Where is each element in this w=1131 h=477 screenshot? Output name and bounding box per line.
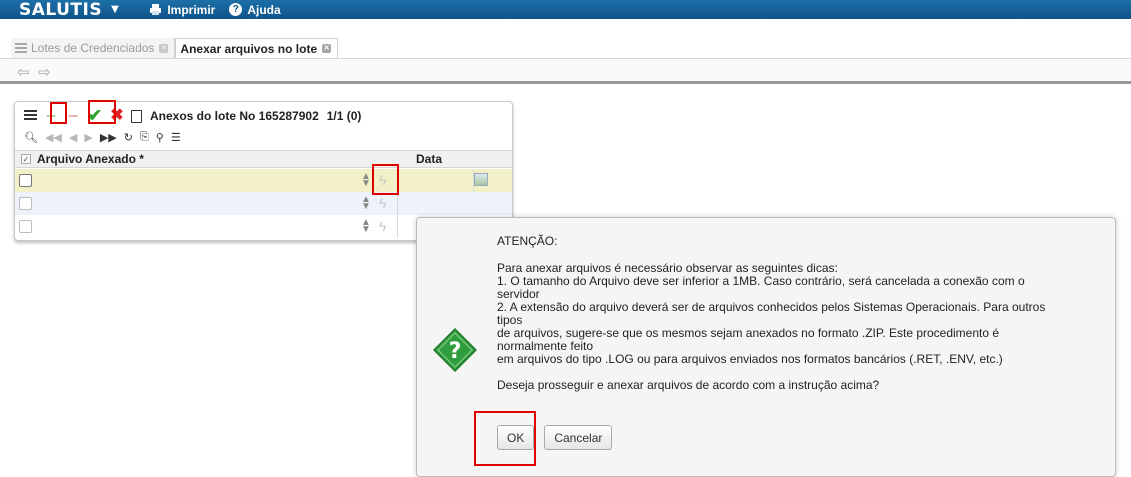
sort-arrows-icon[interactable]: ▲ ▼	[361, 195, 371, 212]
help-label: Ajuda	[247, 2, 281, 17]
date-cell	[397, 192, 473, 215]
confirm-icon[interactable]: ✔	[87, 107, 103, 124]
forward-arrow-icon[interactable]: ⇨	[38, 63, 51, 81]
refresh-icon[interactable]: ↻	[124, 131, 133, 144]
prev-page-icon[interactable]: ◀	[69, 131, 77, 144]
tab-lotes-credenciados[interactable]: Lotes de Credenciados ✕	[11, 38, 176, 58]
sort-arrows-icon[interactable]: ▲ ▼	[361, 218, 371, 235]
grid-nav-toolbar: 🔍︎ ◀◀ ◀ ▶ ▶▶ ↻ ⎘ ⚲ ☰	[24, 128, 188, 146]
tab-bar: Lotes de Credenciados ✕ Anexar arquivos …	[11, 38, 339, 58]
row-checkbox[interactable]	[19, 174, 32, 187]
ok-button[interactable]: OK	[497, 425, 535, 450]
row-checkbox[interactable]	[19, 220, 32, 233]
back-arrow-icon[interactable]: ⇦	[17, 63, 30, 81]
select-all-checkbox[interactable]: ✓	[21, 154, 31, 164]
list-settings-icon[interactable]: ☰	[171, 131, 181, 144]
tab-anexar-arquivos[interactable]: Anexar arquivos no lote ✕	[175, 38, 339, 58]
tools-icon[interactable]: ⚲	[156, 131, 164, 144]
question-icon: ?	[433, 328, 477, 372]
remove-icon[interactable]: −	[65, 107, 81, 125]
attention-dialog: ? ATENÇÃO: Para anexar arquivos é necess…	[416, 217, 1116, 477]
panel-title: Anexos do lote No 165287902	[150, 109, 319, 123]
list-icon[interactable]	[24, 110, 37, 122]
table-row[interactable]: ▲ ▼ ϟ	[15, 169, 512, 192]
print-label: Imprimir	[167, 2, 216, 17]
navigation-bar: ⇦ ⇨	[0, 58, 1131, 84]
document-icon[interactable]	[131, 109, 142, 123]
image-icon[interactable]	[474, 173, 488, 186]
column-header-arquivo[interactable]: Arquivo Anexado *	[37, 152, 389, 166]
lightning-icon[interactable]: ϟ	[379, 195, 386, 211]
close-icon[interactable]: ✕	[159, 43, 169, 53]
cancel-button[interactable]: Cancelar	[544, 425, 613, 450]
tab-label: Anexar arquivos no lote	[180, 41, 318, 56]
column-header-data[interactable]: Data	[416, 152, 442, 166]
lightning-icon[interactable]: ϟ	[379, 218, 386, 234]
table-row[interactable]: ▲ ▼ ϟ	[15, 192, 512, 215]
dialog-line: 2. A extensão do arquivo deverá ser de a…	[497, 300, 1046, 314]
printer-icon	[150, 4, 162, 15]
dialog-line: em arquivos do tipo .LOG ou para arquivo…	[497, 352, 1003, 366]
list-icon	[15, 43, 27, 53]
chevron-down-icon: ▼	[111, 4, 120, 15]
first-page-icon[interactable]: ◀◀	[45, 131, 62, 144]
dialog-message: ATENÇÃO: Para anexar arquivos é necessár…	[497, 235, 1102, 392]
add-icon[interactable]: +	[43, 107, 59, 125]
brand-logo: SALUTIS	[19, 0, 103, 20]
dialog-line: 1. O tamanho do Arquivo deve ser inferio…	[497, 274, 1025, 288]
dialog-buttons: OK Cancelar	[497, 425, 622, 450]
date-cell	[397, 169, 473, 192]
page-info: 1/1 (0)	[326, 109, 362, 123]
close-icon[interactable]: ✕	[322, 44, 332, 53]
print-button[interactable]: Imprimir	[149, 3, 215, 17]
svg-text:?: ?	[449, 339, 462, 364]
last-page-icon[interactable]: ▶▶	[100, 131, 117, 144]
cancel-icon[interactable]: ✖	[109, 108, 125, 124]
help-button[interactable]: ? Ajuda	[229, 2, 281, 17]
brand-menu[interactable]: SALUTIS ▼	[19, 0, 119, 20]
grid-toolbar: + − ✔ ✖ Anexos do lote No 165287902 1/1 …	[24, 106, 361, 126]
export-icon[interactable]: ⎘	[140, 131, 149, 144]
grid-header: ✓ Arquivo Anexado * Data	[15, 150, 512, 168]
next-page-icon[interactable]: ▶	[84, 131, 92, 144]
help-icon: ?	[229, 3, 243, 16]
row-checkbox[interactable]	[19, 197, 32, 210]
sort-arrows-icon[interactable]: ▲ ▼	[361, 172, 371, 189]
top-bar: SALUTIS ▼ Imprimir ? Ajuda	[0, 0, 1131, 20]
tab-label: Lotes de Credenciados	[31, 41, 155, 55]
search-icon[interactable]: 🔍︎	[24, 131, 38, 144]
lightning-icon[interactable]: ϟ	[379, 172, 386, 188]
dialog-heading: ATENÇÃO:	[497, 234, 558, 248]
dialog-question: Deseja prosseguir e anexar arquivos de a…	[497, 378, 880, 392]
